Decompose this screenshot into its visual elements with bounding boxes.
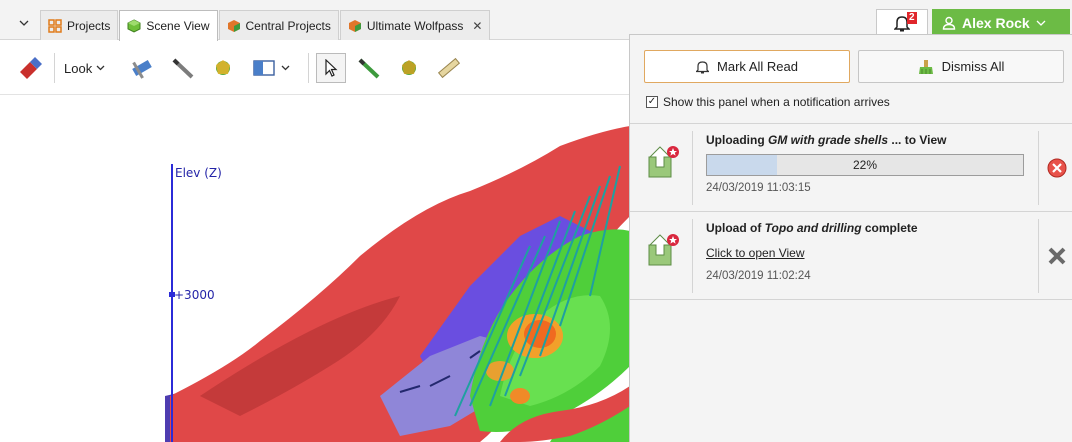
user-icon xyxy=(942,16,956,30)
select-tool-button[interactable] xyxy=(316,53,346,83)
broom-icon xyxy=(918,59,933,74)
slice-tool-button[interactable] xyxy=(128,53,158,83)
notifications-button[interactable]: 2 xyxy=(876,9,928,36)
layout-dropdown[interactable] xyxy=(246,53,296,83)
show-panel-option: ✓ Show this panel when a notification ar… xyxy=(646,95,890,109)
notification-panel: Mark All Read Dismiss All ✓ Show this pa… xyxy=(629,34,1072,442)
chevron-down-icon xyxy=(281,65,289,71)
chevron-down-icon xyxy=(1036,20,1046,26)
tab-ultimate-wolfpass[interactable]: Ultimate Wolfpass ✕ xyxy=(339,10,491,40)
upload-to-view-icon xyxy=(648,234,679,266)
chevron-down-icon xyxy=(19,20,29,26)
notification-count-badge: 2 xyxy=(907,12,917,24)
close-tab-icon[interactable]: ✕ xyxy=(472,19,482,33)
tab-label: Central Projects xyxy=(245,18,331,33)
separator xyxy=(692,219,693,293)
dismiss-x-icon xyxy=(1048,247,1066,265)
bell-icon xyxy=(696,60,710,73)
geology-model-render xyxy=(165,126,630,442)
divider xyxy=(630,299,1072,300)
tab-central-projects[interactable]: Central Projects xyxy=(218,10,339,40)
tab-label: Projects xyxy=(67,18,111,33)
cursor-arrow-icon xyxy=(325,59,338,77)
divider xyxy=(630,211,1072,212)
chevron-down-icon xyxy=(96,65,105,71)
divider xyxy=(630,123,1072,124)
notification-timestamp: 24/03/2019 11:02:24 xyxy=(706,270,811,282)
z-axis-tick-label: +3000 xyxy=(174,288,215,302)
mesh-tool-button[interactable] xyxy=(394,53,424,83)
scene-toolbar: Look xyxy=(0,41,630,95)
pencil-icon xyxy=(172,58,194,79)
look-dropdown[interactable]: Look xyxy=(64,53,105,83)
progress-label: 22% xyxy=(852,158,878,172)
title-prefix: Uploading xyxy=(706,133,768,147)
notification-title: Upload of Topo and drilling complete xyxy=(706,221,918,235)
move-tool-icon xyxy=(216,60,230,75)
central-cube-icon xyxy=(227,19,240,32)
title-object: Topo and drilling xyxy=(764,221,862,235)
draw-line-button[interactable] xyxy=(168,53,198,83)
move-tool-button[interactable] xyxy=(208,53,238,83)
toolbar-separator xyxy=(54,53,55,83)
upload-progress-bar: 22% xyxy=(706,154,1024,176)
eraser-button[interactable] xyxy=(14,53,46,83)
open-view-link[interactable]: Click to open View xyxy=(706,246,805,260)
toolbar-separator xyxy=(308,53,309,83)
green-pencil-icon xyxy=(358,58,380,79)
cancel-icon xyxy=(1047,158,1067,178)
mesh-tool-icon xyxy=(402,60,416,75)
title-suffix: complete xyxy=(861,221,918,235)
split-view-icon xyxy=(252,60,275,76)
z-axis-label: Elev (Z) xyxy=(175,166,222,180)
title-prefix: Upload of xyxy=(706,221,765,235)
user-name: Alex Rock xyxy=(962,14,1030,31)
notification-item: Uploading GM with grade shells ... to Vi… xyxy=(630,125,1072,211)
scene-viewport[interactable]: Elev (Z) +3000 xyxy=(0,96,630,442)
look-label: Look xyxy=(64,60,93,76)
title-object: GM with grade shells xyxy=(768,133,889,147)
title-suffix: ... to View xyxy=(888,133,947,147)
ruler-icon xyxy=(437,57,461,79)
user-menu-button[interactable]: Alex Rock xyxy=(932,9,1070,36)
dismiss-notification-button[interactable] xyxy=(1046,245,1068,267)
scene-cube-icon xyxy=(127,19,141,33)
show-panel-checkbox[interactable]: ✓ xyxy=(646,96,658,108)
z-axis-line xyxy=(171,164,173,442)
tab-projects[interactable]: Projects xyxy=(40,10,119,40)
mark-all-read-button[interactable]: Mark All Read xyxy=(644,50,850,83)
show-panel-label: Show this panel when a notification arri… xyxy=(663,95,890,109)
measure-tool-button[interactable] xyxy=(434,53,464,83)
notification-item: Upload of Topo and drilling complete Cli… xyxy=(630,213,1072,299)
separator xyxy=(1038,219,1039,293)
tab-label: Ultimate Wolfpass xyxy=(366,18,464,33)
upload-to-view-icon xyxy=(648,146,679,178)
separator xyxy=(1038,131,1039,205)
tab-list-dropdown[interactable] xyxy=(12,10,36,36)
project-cube-icon xyxy=(348,19,361,32)
notification-title: Uploading GM with grade shells ... to Vi… xyxy=(706,133,947,147)
tab-scene-view[interactable]: Scene View xyxy=(119,10,218,41)
mark-all-read-label: Mark All Read xyxy=(717,59,798,74)
slice-tool-icon xyxy=(132,60,152,79)
tab-strip: Projects Scene View Central Projects Ult… xyxy=(40,10,491,41)
separator xyxy=(692,131,693,205)
projects-grid-icon xyxy=(48,18,62,33)
dismiss-all-label: Dismiss All xyxy=(941,59,1005,74)
eraser-icon xyxy=(20,57,42,79)
draw-polyline-button[interactable] xyxy=(354,53,384,83)
notification-timestamp: 24/03/2019 11:03:15 xyxy=(706,182,811,194)
dismiss-all-button[interactable]: Dismiss All xyxy=(858,50,1064,83)
tab-label: Scene View xyxy=(146,19,210,33)
cancel-upload-button[interactable] xyxy=(1046,157,1068,179)
